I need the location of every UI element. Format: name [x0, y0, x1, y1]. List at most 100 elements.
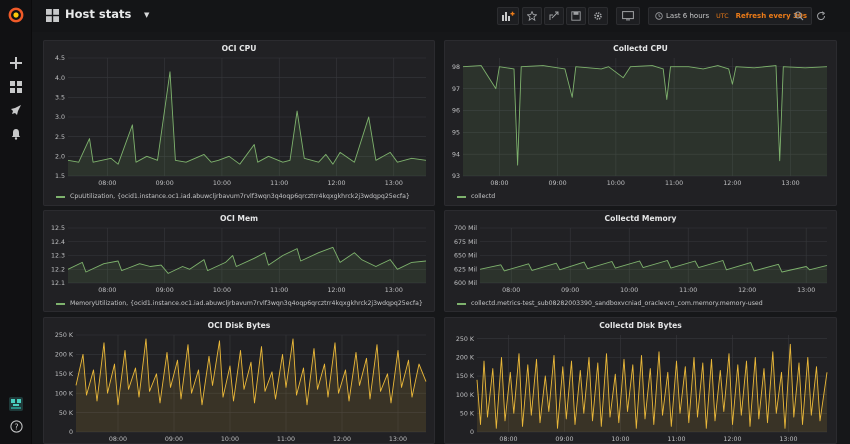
save-icon	[571, 11, 581, 21]
graph-plot: 0 50 K 100 K 150 K 200 K 250 K 08:00 09:00 10:00…	[55, 332, 427, 443]
time-picker[interactable]: Last 6 hours UTC Refresh every 30s	[648, 7, 812, 25]
panel-oci-cpu[interactable]: OCI CPU 1.5 2.0 2.5 3.0 3.5 4.0 4.5 08:00 09:00 1…	[43, 40, 435, 206]
y-tick-label: 150 K	[55, 371, 74, 378]
tv-mode-icon	[622, 11, 634, 21]
x-tick-label: 09:00	[555, 436, 573, 443]
x-tick-label: 12:00	[333, 436, 351, 443]
y-tick-label: 625 Mil	[454, 266, 477, 273]
save-button[interactable]	[566, 7, 586, 25]
x-tick-label: 09:00	[156, 287, 174, 294]
legend-item[interactable]: CpuUtilization, {ocid1.instance.oc1.iad.…	[56, 193, 410, 200]
y-tick-label: 4.5	[55, 55, 65, 62]
x-tick-label: 11:00	[667, 436, 685, 443]
y-tick-label: 250 K	[55, 332, 74, 339]
y-tick-label: 50 K	[460, 411, 475, 418]
x-tick-label: 13:00	[779, 436, 797, 443]
x-tick-label: 10:00	[607, 180, 625, 187]
x-tick-label: 08:00	[109, 436, 127, 443]
star-button[interactable]	[522, 7, 542, 25]
x-tick-label: 11:00	[270, 180, 288, 187]
x-tick-label: 09:00	[165, 436, 183, 443]
legend-item[interactable]: collectd.metrics-test_sub08282003390_san…	[457, 300, 763, 307]
dashboard-title[interactable]: Host stats	[65, 7, 131, 21]
y-tick-label: 150 K	[456, 373, 475, 380]
dashboards-icon[interactable]	[6, 77, 26, 97]
caret-down-icon[interactable]: ▼	[144, 11, 149, 19]
panel-collectd-cpu[interactable]: Collectd CPU 93 94 95 96 97 98 08:00 09:00 10:00…	[444, 40, 837, 206]
graph-plot: 93 94 95 96 97 98 08:00 09:00 10:00 11:00 12:00 13:…	[452, 58, 828, 187]
y-tick-label: 200 K	[456, 355, 475, 362]
y-tick-label: 12.4	[51, 239, 65, 246]
share-icon	[549, 11, 559, 20]
user-avatar-icon[interactable]	[6, 394, 26, 414]
y-tick-label: 675 Mil	[454, 239, 477, 246]
x-tick-label: 13:00	[389, 436, 407, 443]
dashboard-grid-icon	[46, 9, 59, 22]
x-tick-label: 13:00	[782, 180, 800, 187]
x-tick-label: 12:00	[723, 180, 741, 187]
add-panel-icon	[502, 11, 515, 21]
legend-swatch	[457, 302, 466, 305]
legend-swatch	[457, 195, 466, 198]
y-tick-label: 4.0	[55, 75, 65, 82]
series-area	[480, 260, 827, 283]
x-tick-label: 13:00	[385, 287, 403, 294]
x-tick-label: 11:00	[270, 287, 288, 294]
sidebar: ?	[0, 0, 32, 444]
zoom-out-button[interactable]	[789, 7, 809, 25]
y-tick-label: 94	[452, 151, 460, 158]
share-button[interactable]	[544, 7, 564, 25]
y-tick-label: 93	[452, 173, 460, 180]
help-icon[interactable]: ?	[6, 416, 26, 436]
y-tick-label: 100 K	[55, 390, 74, 397]
legend-label: MemoryUtilization, {ocid1.instance.oc1.i…	[70, 300, 423, 307]
add-panel-button[interactable]	[497, 7, 519, 25]
y-tick-label: 600 Mil	[454, 280, 477, 287]
graph-plot: 600 Mil 625 Mil 650 Mil 675 Mil 700 Mil 08:00…	[454, 225, 828, 294]
panel-collectd-memory[interactable]: Collectd Memory 600 Mil 625 Mil 650 Mil 675…	[444, 210, 837, 312]
y-tick-label: 2.5	[55, 134, 65, 141]
refresh-button[interactable]	[811, 7, 831, 25]
y-tick-label: 650 Mil	[454, 253, 477, 260]
legend-item[interactable]: collectd	[457, 193, 495, 200]
y-tick-label: 200 K	[55, 352, 74, 359]
alerting-icon[interactable]	[6, 124, 26, 144]
x-tick-label: 10:00	[620, 287, 638, 294]
tv-mode-button[interactable]	[616, 7, 640, 25]
refresh-icon	[817, 11, 826, 21]
y-tick-label: 250 K	[456, 336, 475, 343]
settings-button[interactable]	[588, 7, 608, 25]
star-icon	[527, 11, 537, 21]
x-tick-label: 10:00	[611, 436, 629, 443]
panel-oci-disk-bytes[interactable]: OCI Disk Bytes 0 50 K 100 K 150 K 200 K 250 K…	[43, 317, 435, 444]
y-tick-label: 12.5	[51, 225, 65, 232]
y-tick-label: 12.3	[51, 253, 65, 260]
x-tick-label: 09:00	[561, 287, 579, 294]
panel-oci-mem[interactable]: OCI Mem 12.1 12.2 12.3 12.4 12.5 08:00 09:00 10…	[43, 210, 435, 312]
graph-plot: 12.1 12.2 12.3 12.4 12.5 08:00 09:00 10:00 11:00…	[51, 225, 427, 294]
y-tick-label: 1.5	[55, 173, 65, 180]
graph-plot: 0 50 K 100 K 150 K 200 K 250 K 08:00 09:00 10:00…	[456, 335, 828, 443]
legend-item[interactable]: MemoryUtilization, {ocid1.instance.oc1.i…	[56, 300, 423, 307]
x-tick-label: 12:00	[327, 287, 345, 294]
y-tick-label: 50 K	[59, 410, 74, 417]
y-tick-label: 12.1	[51, 280, 65, 287]
y-tick-label: 3.0	[55, 114, 65, 121]
plus-icon[interactable]	[6, 53, 26, 73]
y-tick-label: 0	[470, 429, 474, 436]
explore-icon[interactable]	[6, 100, 26, 120]
legend-swatch	[56, 302, 65, 305]
x-tick-label: 13:00	[797, 287, 815, 294]
y-tick-label: 0	[69, 429, 73, 436]
grafana-logo-icon[interactable]	[6, 5, 26, 25]
y-tick-label: 12.2	[51, 266, 65, 273]
top-navbar: Host stats ▼ Last 6 hours UTC Refresh ev…	[32, 0, 850, 32]
x-tick-label: 12:00	[327, 180, 345, 187]
legend-swatch	[56, 195, 65, 198]
x-tick-label: 12:00	[723, 436, 741, 443]
panel-collectd-disk-bytes[interactable]: Collectd Disk Bytes 0 50 K 100 K 150 K 200 K…	[444, 317, 837, 444]
x-tick-label: 10:00	[213, 287, 231, 294]
series-area	[68, 71, 426, 176]
y-tick-label: 96	[452, 108, 460, 115]
x-tick-label: 12:00	[738, 287, 756, 294]
